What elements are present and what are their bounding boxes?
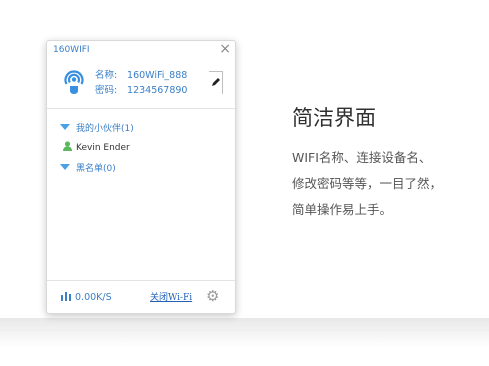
network-name-label: 名称: [95, 70, 118, 81]
group-my-partners-label: 我的小伙伴(1) [76, 124, 134, 134]
wifi-signal-icon [64, 70, 84, 94]
edit-button[interactable] [209, 71, 223, 94]
promo-line: WIFI名称、连接设备名、 [292, 150, 432, 165]
panel-footer: 0.00K/S 关闭Wi-Fi ⚙ [47, 281, 235, 313]
network-info: 名称: 160WiFi_888 密码: 1234567890 [95, 68, 187, 98]
group-blacklist-label: 黑名单(0) [76, 164, 116, 174]
divider-top [47, 108, 235, 109]
edit-icon [212, 78, 220, 86]
floor-line [0, 330, 489, 331]
network-name-row: 名称: 160WiFi_888 [95, 68, 187, 83]
promo-line: 简单操作易上手。 [292, 202, 393, 217]
member-name: Kevin Ender [76, 143, 130, 153]
network-password-label: 密码: [95, 85, 118, 96]
close-wifi-link[interactable]: 关闭Wi-Fi [150, 290, 192, 303]
group-blacklist[interactable]: 黑名单(0) [60, 161, 116, 174]
promo-heading: 简洁界面 [292, 106, 376, 130]
bar-chart-icon [61, 292, 71, 301]
app-title: 160WIFI [53, 45, 90, 55]
speed-indicator: 0.00K/S [61, 291, 112, 303]
wifi-panel: 160WIFI × 名称: 160WiFi_888 密码: 1234567890… [46, 40, 236, 314]
triangle-down-icon [60, 164, 70, 170]
group-my-partners[interactable]: 我的小伙伴(1) [60, 121, 134, 134]
triangle-down-icon [60, 124, 70, 130]
network-password-value: 1234567890 [127, 85, 188, 96]
user-icon [63, 141, 72, 151]
gear-icon[interactable]: ⚙ [206, 288, 219, 304]
close-button[interactable]: × [219, 41, 231, 57]
member-item[interactable]: Kevin Ender [63, 141, 130, 153]
floor-shadow [0, 318, 489, 348]
promo-line: 修改密码等等，一目了然， [292, 176, 443, 191]
speed-value: 0.00K/S [75, 292, 112, 303]
network-name-value: 160WiFi_888 [127, 70, 188, 81]
promo-description: WIFI名称、连接设备名、 修改密码等等，一目了然， 简单操作易上手。 [292, 145, 442, 223]
network-password-row: 密码: 1234567890 [95, 83, 187, 98]
